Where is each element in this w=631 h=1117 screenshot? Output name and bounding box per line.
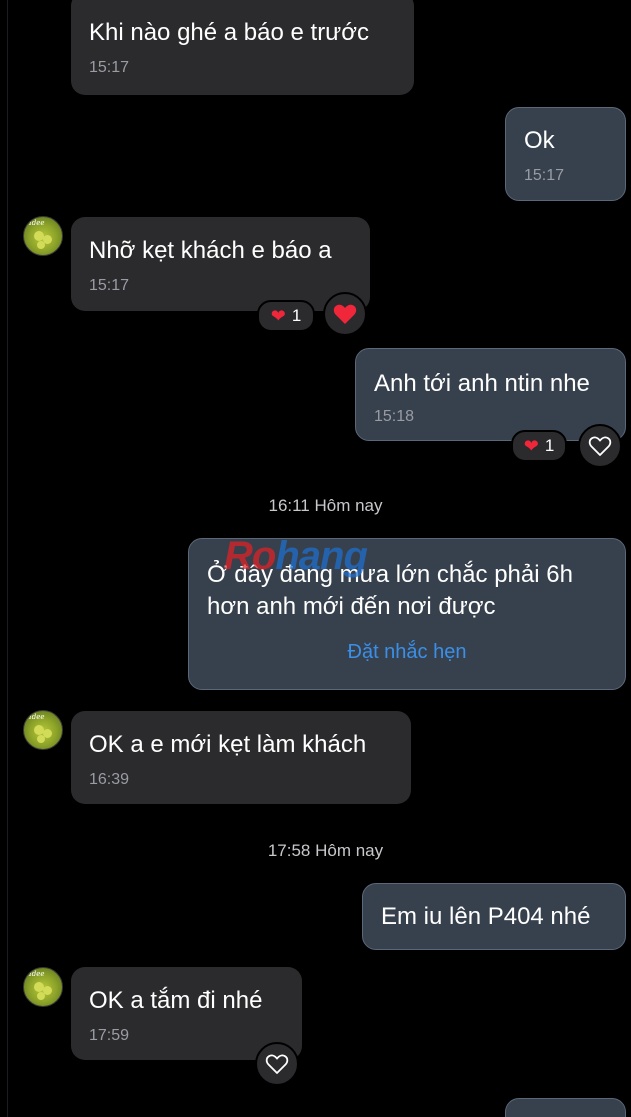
message-time: 15:17 xyxy=(89,277,130,294)
message-time: 17:59 xyxy=(89,1027,130,1044)
date-separator: 16:11 Hôm nay xyxy=(268,496,383,515)
set-reminder-link[interactable]: Đặt nhắc hẹn xyxy=(207,639,607,665)
message-text: Ok xyxy=(524,127,555,154)
message-text: OK a e mới kẹt làm khách xyxy=(89,731,367,758)
message-bubble-outgoing[interactable]: Ok 15:17 xyxy=(505,107,626,201)
message-bubble-outgoing-partial[interactable] xyxy=(505,1098,626,1117)
avatar-logo-text: Idee xyxy=(29,219,45,227)
message-bubble-incoming[interactable]: Nhỡ kẹt khách e báo a 15:17 xyxy=(71,217,370,311)
left-edge-divider xyxy=(7,0,8,1117)
reaction-badge[interactable]: ❤ 1 xyxy=(257,300,315,332)
heart-outline-icon xyxy=(588,436,612,456)
chat-screen: Khi nào ghé a báo e trước 15:17 Ok 15:17… xyxy=(0,0,631,1117)
react-button[interactable] xyxy=(255,1042,299,1086)
message-time: 16:39 xyxy=(89,771,130,788)
message-bubble-outgoing[interactable]: Ở đây đang mưa lớn chắc phải 6h hơn anh … xyxy=(188,538,626,690)
react-button[interactable] xyxy=(323,292,367,336)
message-bubble-outgoing[interactable]: Em iu lên P404 nhé xyxy=(362,883,626,950)
message-bubble-incoming[interactable]: Khi nào ghé a báo e trước 15:17 xyxy=(71,0,414,95)
message-bubble-incoming[interactable]: OK a e mới kẹt làm khách 16:39 xyxy=(71,711,411,804)
contact-avatar[interactable]: Idee xyxy=(23,967,63,1007)
message-text: OK a tắm đi nhé xyxy=(89,987,263,1014)
reaction-count: 1 xyxy=(291,306,302,325)
react-button[interactable] xyxy=(578,424,622,468)
contact-avatar[interactable]: Idee xyxy=(23,216,63,256)
message-time: 15:17 xyxy=(89,59,130,76)
date-separator: 17:58 Hôm nay xyxy=(267,841,384,860)
avatar-logo-text: Idee xyxy=(29,970,45,978)
message-text: Anh tới anh ntin nhe xyxy=(374,370,590,397)
message-text: Ở đây đang mưa lớn chắc phải 6h hơn anh … xyxy=(207,561,573,620)
heart-emoji-icon: ❤ xyxy=(523,436,539,456)
message-text: Nhỡ kẹt khách e báo a xyxy=(89,237,332,264)
message-time: 15:18 xyxy=(374,408,415,425)
avatar-logo-text: Idee xyxy=(29,713,45,721)
reaction-badge[interactable]: ❤ 1 xyxy=(511,430,567,462)
message-text: Khi nào ghé a báo e trước xyxy=(89,19,369,46)
message-time: 15:17 xyxy=(524,167,565,184)
message-bubble-outgoing[interactable]: Anh tới anh ntin nhe 15:18 xyxy=(355,348,626,441)
heart-filled-icon xyxy=(333,304,357,324)
reaction-count: 1 xyxy=(544,436,555,455)
heart-emoji-icon: ❤ xyxy=(270,306,286,326)
heart-outline-icon xyxy=(265,1054,289,1074)
contact-avatar[interactable]: Idee xyxy=(23,710,63,750)
message-text: Em iu lên P404 nhé xyxy=(381,903,591,930)
